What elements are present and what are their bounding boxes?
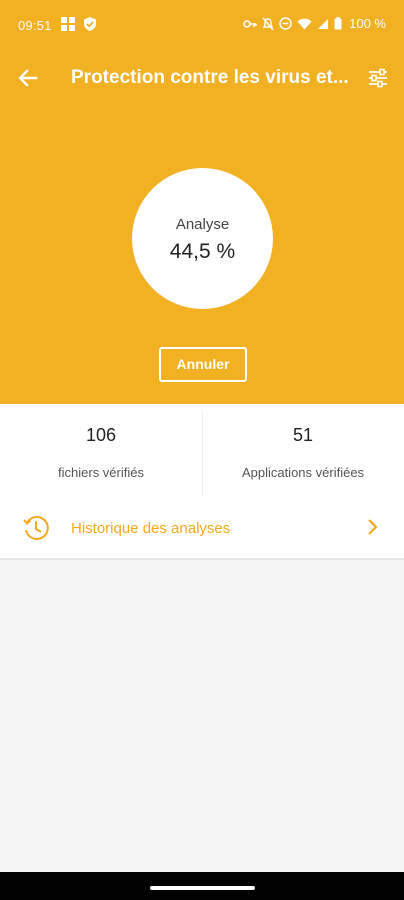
scan-label: Analyse [175, 216, 230, 233]
scan-progress-value: 44,5 % [169, 240, 236, 263]
cancel-button[interactable]: Annuler [159, 347, 247, 382]
do-not-disturb-icon [279, 17, 292, 30]
shield-check-icon [82, 16, 98, 32]
scan-history-row[interactable]: Historique des analyses [0, 496, 404, 558]
app-bar: Protection contre les virus et... [0, 56, 404, 100]
history-label: Historique des analyses [71, 520, 231, 537]
key-icon [243, 18, 257, 30]
scan-stats: 106 fichiers vérifiés 51 Applications vé… [0, 404, 404, 496]
home-gesture-handle[interactable] [150, 886, 255, 890]
stat-files-label: fichiers vérifiés [58, 465, 144, 480]
settings-filter-button[interactable] [362, 62, 394, 94]
stat-files-value: 106 [85, 425, 117, 445]
back-button[interactable] [12, 62, 44, 94]
scan-header: 09:51 100 % Protection contre les virus … [0, 0, 404, 404]
chevron-right-icon [366, 518, 378, 541]
arrow-left-icon [18, 69, 38, 87]
page-title: Protection contre les virus et... [71, 67, 349, 88]
stat-apps-label: Applications vérifiées [241, 465, 365, 480]
system-navigation-bar [0, 872, 404, 900]
notification-app-icon [60, 16, 76, 32]
battery-percent: 100 % [349, 16, 386, 31]
stat-files-checked: 106 fichiers vérifiés [0, 404, 202, 496]
status-time: 09:51 [18, 18, 52, 33]
clock-history-icon [22, 514, 50, 547]
sliders-icon [369, 68, 387, 88]
divider [0, 558, 404, 560]
bell-off-icon [262, 17, 274, 31]
battery-icon [334, 17, 342, 30]
status-bar: 09:51 100 % [0, 0, 404, 50]
scan-progress-circle: Analyse 44,5 % [132, 168, 273, 309]
wifi-icon [297, 18, 312, 30]
stat-apps-checked: 51 Applications vérifiées [202, 404, 404, 496]
signal-icon [317, 18, 329, 30]
stat-apps-value: 51 [292, 425, 314, 445]
